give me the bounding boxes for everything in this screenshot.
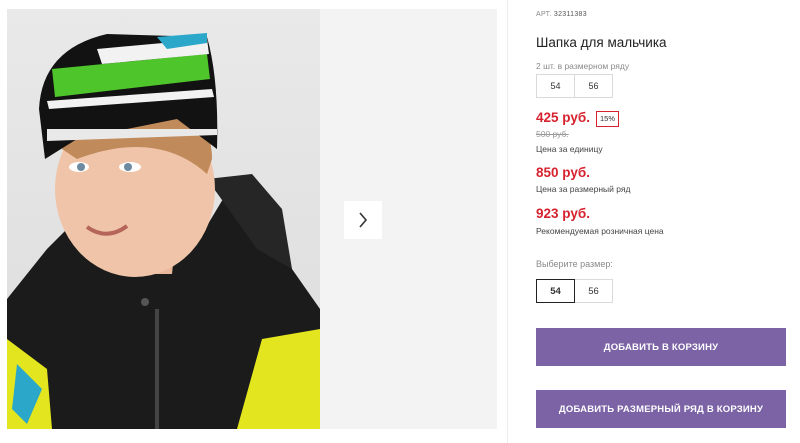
add-size-row-to-cart-button[interactable]: ДОБАВИТЬ РАЗМЕРНЫЙ РЯД В КОРЗИНУ [536, 390, 786, 428]
divider [507, 0, 508, 443]
size-row: 54 56 [536, 74, 613, 98]
row-price-caption: Цена за размерный ряд [536, 184, 631, 194]
retail-price: 923 руб. [536, 206, 590, 221]
add-to-cart-button[interactable]: ДОБАВИТЬ В КОРЗИНУ [536, 328, 786, 366]
sku-label: АРТ. [536, 11, 552, 18]
unit-price: 425 руб. [536, 110, 590, 125]
product-image [7, 33, 320, 429]
size-row-label: 2 шт. в размерном ряду [536, 61, 630, 71]
row-price: 850 руб. [536, 165, 590, 180]
product-photo [7, 9, 320, 429]
unit-price-caption: Цена за единицу [536, 144, 603, 154]
size-row-item: 54 [536, 74, 575, 98]
product-title: Шапка для мальчика [536, 35, 667, 50]
size-select: 54 56 [536, 279, 613, 303]
discount-badge: 15% [596, 111, 620, 127]
old-price: 500 руб. [536, 129, 569, 139]
size-row-item: 56 [574, 74, 613, 98]
sku: АРТ. 32311383 [536, 11, 587, 18]
chevron-right-icon [359, 212, 368, 228]
size-option-56[interactable]: 56 [574, 279, 613, 303]
size-option-54[interactable]: 54 [536, 279, 575, 303]
product-gallery [7, 9, 497, 429]
sku-value: 32311383 [553, 11, 587, 18]
size-select-label: Выберите размер: [536, 259, 613, 269]
retail-price-caption: Рекомендуемая розничная цена [536, 226, 664, 236]
gallery-next-button[interactable] [344, 201, 382, 239]
